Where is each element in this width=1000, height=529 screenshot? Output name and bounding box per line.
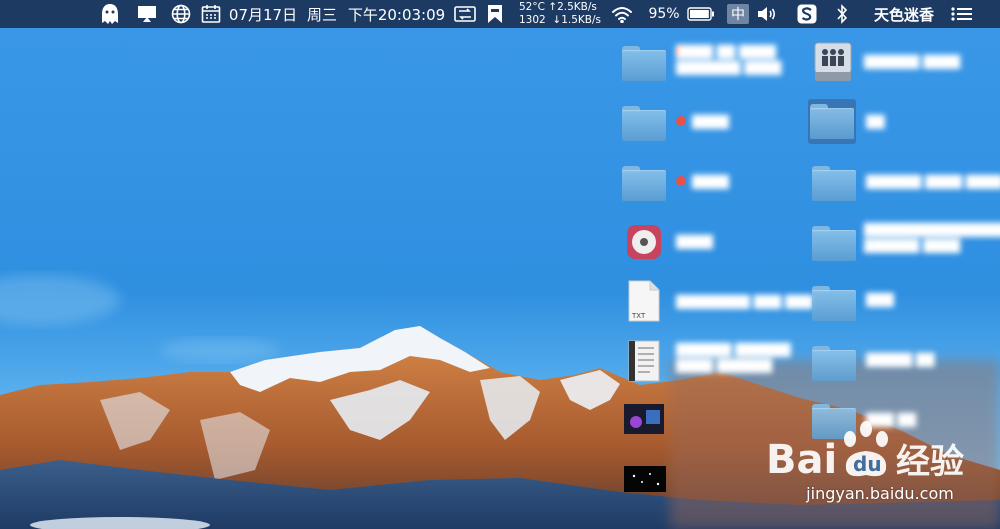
volume-icon[interactable] (755, 0, 779, 28)
network-download: ↓1.5KB/s (552, 14, 602, 26)
desktop-folder[interactable] (812, 166, 856, 201)
folder-icon (622, 46, 666, 81)
document-icon (628, 340, 660, 382)
txt-badge: TXT (632, 312, 646, 320)
menubar-date[interactable]: 07月17日 (227, 0, 299, 28)
bookmark-icon[interactable] (484, 0, 506, 28)
input-method-indicator[interactable]: 中 (727, 4, 749, 24)
image-thumbnail-icon (624, 466, 666, 492)
desktop-folder[interactable] (622, 106, 666, 141)
red-tag-icon (676, 176, 686, 186)
network-upload: ↑2.5KB/s (548, 1, 597, 13)
file-label-blurred: ███ (866, 293, 894, 307)
folder-icon (812, 166, 856, 201)
cpu-temperature: 52°C (519, 1, 545, 13)
switcher-icon[interactable] (453, 0, 477, 28)
desktop-app[interactable] (626, 224, 662, 264)
folder-icon (622, 166, 666, 201)
file-label-blurred: ████ ██ ████ ███████ ████ (676, 45, 782, 75)
desktop-folder[interactable] (622, 46, 666, 81)
battery-percentage[interactable]: 95% (646, 0, 682, 28)
svg-text:du: du (853, 452, 882, 476)
file-label-blurred: █████ ██ (866, 353, 935, 367)
desktop-folder[interactable] (622, 166, 666, 201)
file-label-blurred: ██ (866, 115, 885, 129)
file-label-blurred: ██████ ████ (864, 55, 961, 69)
desktop-folder-selected[interactable] (810, 104, 854, 139)
folder-icon (812, 286, 856, 321)
calendar-icon[interactable] (200, 0, 222, 28)
file-label-blurred: ████████ ███ ███ (676, 295, 813, 309)
globe-icon[interactable] (170, 0, 192, 28)
file-label-blurred: ████████████████ ██████ ████ (864, 223, 1000, 253)
desktop-image[interactable] (624, 404, 664, 438)
folder-icon (622, 106, 666, 141)
cast-display-icon[interactable] (136, 0, 158, 28)
file-label-blurred: ██████ ████ ████ (866, 175, 1000, 189)
shared-drive-icon (814, 42, 852, 81)
image-thumbnail-icon (624, 404, 664, 434)
sogou-input-icon[interactable] (796, 0, 818, 28)
battery-icon[interactable] (685, 0, 717, 28)
menu-list-icon[interactable] (950, 0, 974, 28)
folder-icon (810, 104, 854, 139)
user-name[interactable]: 天色迷香 (865, 0, 943, 28)
file-label-blurred: ██████ ██████ ████ ██████ (676, 343, 791, 373)
wifi-icon[interactable] (610, 0, 634, 28)
desktop-image[interactable] (624, 466, 666, 496)
menubar-clock[interactable]: 下午20:03:09 (345, 0, 448, 28)
desktop-folder[interactable] (812, 286, 856, 321)
desktop-folder[interactable] (812, 226, 856, 261)
fan-speed: 1302 (519, 14, 546, 26)
folder-icon (812, 346, 856, 381)
watermark-url: jingyan.baidu.com (806, 484, 954, 503)
desktop-document[interactable] (628, 340, 660, 386)
system-stats[interactable]: 52°C ↑2.5KB/s 1302 ↓1.5KB/s (519, 1, 607, 27)
watermark-jingyan-text: 经验 (896, 442, 964, 482)
disk-app-icon (627, 225, 661, 259)
red-tag-icon (676, 116, 686, 126)
bluetooth-icon[interactable] (833, 0, 851, 28)
paw-icon: du (844, 421, 888, 477)
folder-icon (812, 226, 856, 261)
menu-bar: 07月17日 周三 下午20:03:09 52°C ↑2.5KB/s 1302 … (0, 0, 1000, 28)
desktop-shared-drive[interactable] (814, 42, 852, 86)
file-label-blurred: ████ (676, 235, 713, 249)
ghost-icon[interactable] (98, 0, 122, 28)
file-label-blurred: ████ (692, 175, 729, 189)
desktop-folder[interactable] (812, 346, 856, 381)
menubar-weekday[interactable]: 周三 (304, 0, 340, 28)
watermark-logo-text: Bai (766, 437, 837, 483)
file-label-blurred: ████ (692, 115, 729, 129)
